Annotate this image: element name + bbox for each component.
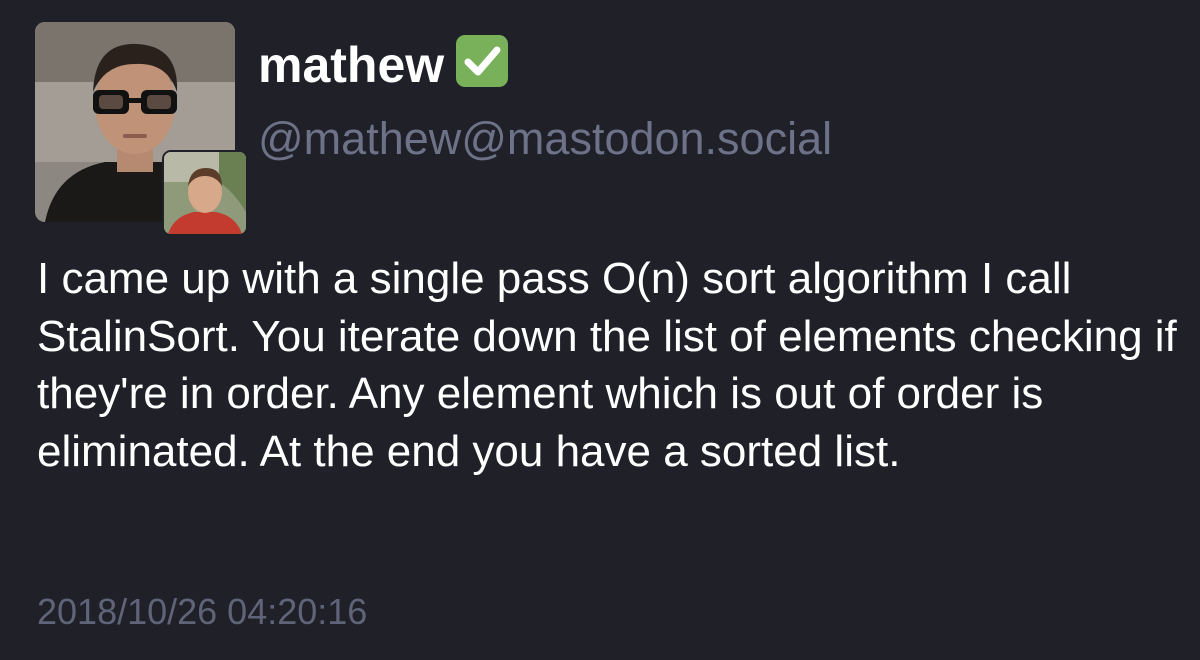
display-name-text: mathew (258, 37, 445, 93)
boosted-by-avatar[interactable] (164, 152, 246, 234)
status-card: mathew @mathew@mastodon.social I came up… (0, 0, 1200, 660)
status-content: I came up with a single pass O(n) sort a… (37, 254, 1177, 476)
boosted-by-avatar-photo (164, 152, 246, 234)
status-timestamp[interactable]: 2018/10/26 04:20:16 (37, 590, 367, 634)
display-name[interactable]: mathew (258, 33, 510, 94)
account-handle[interactable]: @mathew@mastodon.social (258, 113, 832, 165)
check-mark-button-icon (454, 33, 510, 89)
